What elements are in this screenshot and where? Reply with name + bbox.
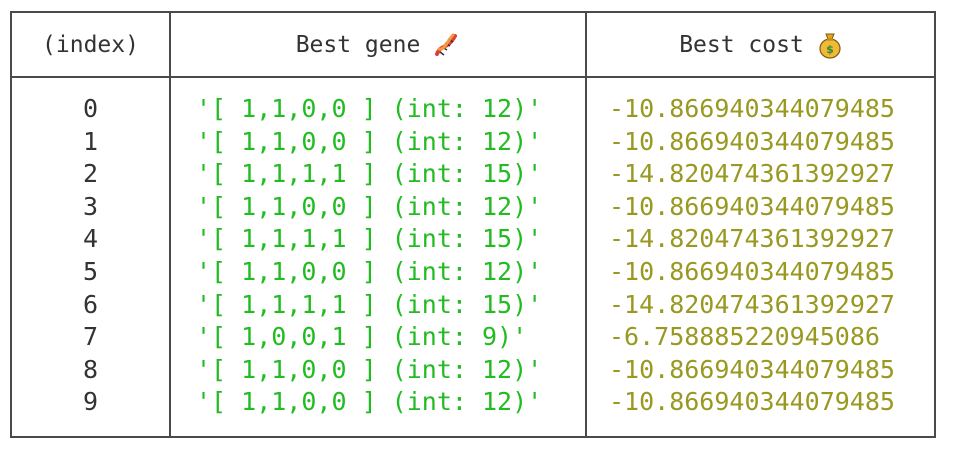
row-index: 1 <box>82 126 98 156</box>
row-best-gene: '[ 1,1,1,1 ] (int: 15)' <box>196 159 543 189</box>
header-best-cost: Best cost $ <box>587 13 936 76</box>
money-bag-icon: $ <box>816 31 844 59</box>
row-best-cost: -10.866940344079485 <box>609 94 895 123</box>
row-best-gene: '[ 1,1,0,0 ] (int: 12)' <box>196 354 543 384</box>
row-best-cost: -6.758885220945086 <box>609 322 880 352</box>
header-index: (index) <box>12 13 169 76</box>
row-index: 9 <box>82 387 98 417</box>
header-best-gene-label: Best gene <box>295 31 421 58</box>
row-index: 6 <box>82 289 98 319</box>
header-best-cost-label: Best cost <box>679 31 804 58</box>
index-column: 0 123456789 <box>12 93 169 419</box>
row-best-cost: -14.820474361392927 <box>609 289 895 319</box>
svg-text:$: $ <box>826 43 834 56</box>
row-best-cost: -10.866940344079485 <box>609 354 895 384</box>
row-index: 3 <box>82 191 98 221</box>
best-gene-column: '[ 1,1,0,0 ] (int: 12)' '[ 1,1,0,0 ] (int… <box>171 93 585 419</box>
header-index-label: (index) <box>42 31 139 58</box>
row-best-gene: '[ 1,1,0,0 ] (int: 12)' <box>196 126 543 156</box>
row-best-gene: '[ 1,1,1,1 ] (int: 15)' <box>196 224 543 254</box>
row-index: 0 <box>82 94 98 123</box>
row-best-cost: -10.866940344079485 <box>609 126 895 156</box>
row-best-cost: -10.866940344079485 <box>609 191 895 221</box>
row-best-cost: -14.820474361392927 <box>609 224 895 254</box>
header-best-gene: Best gene <box>171 13 585 76</box>
row-best-cost: -10.866940344079485 <box>609 256 895 286</box>
row-best-cost: -14.820474361392927 <box>609 159 895 189</box>
row-best-gene: '[ 1,1,1,1 ] (int: 15)' <box>196 289 543 319</box>
row-index: 5 <box>82 256 98 286</box>
row-index: 4 <box>82 224 98 254</box>
dna-icon <box>432 31 460 59</box>
best-cost-column: -10.866940344079485 -10.866940344079485 -1… <box>587 93 936 419</box>
row-best-gene: '[ 1,0,0,1 ] (int: 9)' <box>196 322 528 352</box>
row-best-gene: '[ 1,1,0,0 ] (int: 12)' <box>196 94 543 123</box>
row-index: 8 <box>82 354 98 384</box>
row-index: 2 <box>82 159 98 189</box>
row-best-gene: '[ 1,1,0,0 ] (int: 12)' <box>196 256 543 286</box>
row-best-cost: -10.866940344079485 <box>609 387 895 417</box>
results-table: (index) Best gene Best cost $ 0 1 2 3 4 … <box>10 11 936 438</box>
row-best-gene: '[ 1,1,0,0 ] (int: 12)' <box>196 191 543 221</box>
row-best-gene: '[ 1,1,0,0 ] (int: 12)' <box>196 387 543 417</box>
row-index: 7 <box>82 322 98 352</box>
header-divider <box>12 76 934 78</box>
